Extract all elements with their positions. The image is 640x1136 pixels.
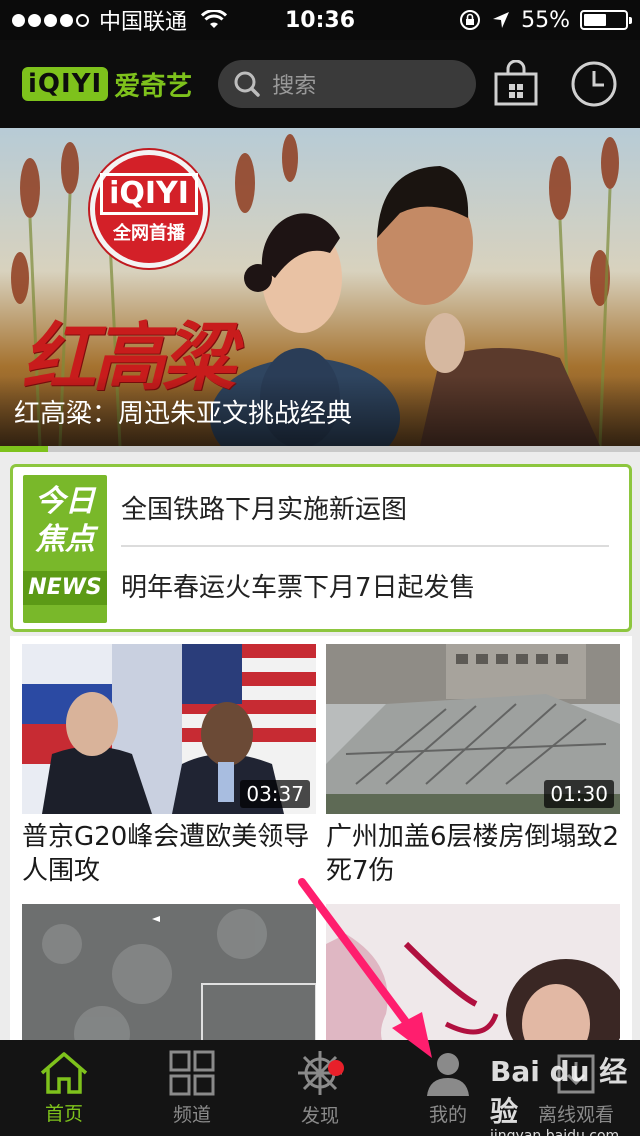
grid-icon — [169, 1050, 215, 1095]
featured-banner[interactable]: iQIYI 全网首播 红高粱 红高粱：周迅朱亚文挑战经典 — [0, 128, 640, 446]
store-icon[interactable] — [492, 60, 540, 108]
headline-link[interactable]: 明年春运火车票下月7日起发售 — [121, 567, 476, 604]
download-icon — [557, 1054, 595, 1093]
badge-text: 全网首播 — [113, 223, 185, 244]
search-input[interactable]: 搜索 — [218, 60, 477, 108]
video-duration: 01:30 — [544, 780, 614, 808]
rotation-lock-icon — [460, 10, 481, 30]
video-card[interactable]: 03:37 普京G20峰会遭欧美领导人围攻 — [22, 644, 316, 888]
battery-percent: 55% — [521, 7, 570, 33]
video-duration: 03:37 — [240, 780, 310, 808]
search-placeholder: 搜索 — [272, 74, 317, 99]
video-thumbnail[interactable]: 01:30 — [326, 644, 620, 814]
banner-caption: 红高粱：周迅朱亚文挑战经典 — [14, 399, 353, 429]
signal-strength-icon — [12, 13, 89, 27]
status-bar: 中国联通 10:36 55% — [0, 0, 640, 40]
wifi-icon — [201, 10, 228, 28]
iqiyi-logo[interactable]: iQIYI 爱奇艺 — [22, 66, 192, 103]
tab-discover[interactable]: 发现 — [256, 1040, 384, 1136]
notification-dot — [328, 1060, 344, 1076]
divider — [121, 545, 609, 547]
tag-line-news: NEWS — [23, 571, 107, 605]
home-icon — [40, 1051, 88, 1094]
badge-logo: iQIYI — [100, 173, 198, 215]
video-title[interactable]: 广州加盖6层楼房倒塌致2死7伤 — [326, 820, 620, 888]
tab-mine[interactable]: 我的 — [384, 1040, 512, 1136]
tab-home[interactable]: 首页 — [0, 1040, 128, 1136]
video-card[interactable]: 01:30 广州加盖6层楼房倒塌致2死7伤 — [326, 644, 620, 888]
battery-icon — [580, 10, 632, 30]
carrier-name: 中国联通 — [99, 10, 188, 35]
tab-channels[interactable]: 频道 — [128, 1040, 256, 1136]
headline-link[interactable]: 全国铁路下月实施新运图 — [121, 489, 407, 526]
tab-label: 我的 — [428, 1103, 467, 1126]
bottom-tab-bar: 首页 频道 发现 我的 离线观看 — [0, 1040, 640, 1136]
search-icon — [234, 71, 260, 97]
tab-label: 发现 — [300, 1104, 339, 1127]
tab-offline[interactable]: 离线观看 — [512, 1040, 640, 1136]
carousel-progress — [0, 446, 640, 452]
logo-mark: iQIYI — [22, 67, 109, 101]
tab-label: 频道 — [172, 1103, 211, 1126]
app-header: iQIYI 爱奇艺 搜索 — [0, 40, 640, 128]
location-arrow-icon — [493, 12, 510, 28]
history-clock-icon[interactable] — [570, 60, 618, 108]
user-icon — [427, 1052, 469, 1096]
tag-line-focus: 焦点 — [35, 522, 95, 557]
video-thumbnail[interactable]: 03:37 — [22, 644, 316, 814]
tag-line-today: 今日 — [35, 484, 95, 519]
news-tag: 今日 焦点 NEWS — [23, 475, 107, 623]
today-focus-panel: 今日 焦点 NEWS 全国铁路下月实施新运图 明年春运火车票下月7日起发售 — [10, 464, 632, 632]
tab-label: 离线观看 — [537, 1103, 614, 1126]
video-title[interactable]: 普京G20峰会遭欧美领导人围攻 — [22, 820, 316, 888]
tab-label: 首页 — [44, 1102, 83, 1125]
logo-text: 爱奇艺 — [114, 71, 193, 102]
premiere-badge: iQIYI 全网首播 — [90, 150, 208, 268]
